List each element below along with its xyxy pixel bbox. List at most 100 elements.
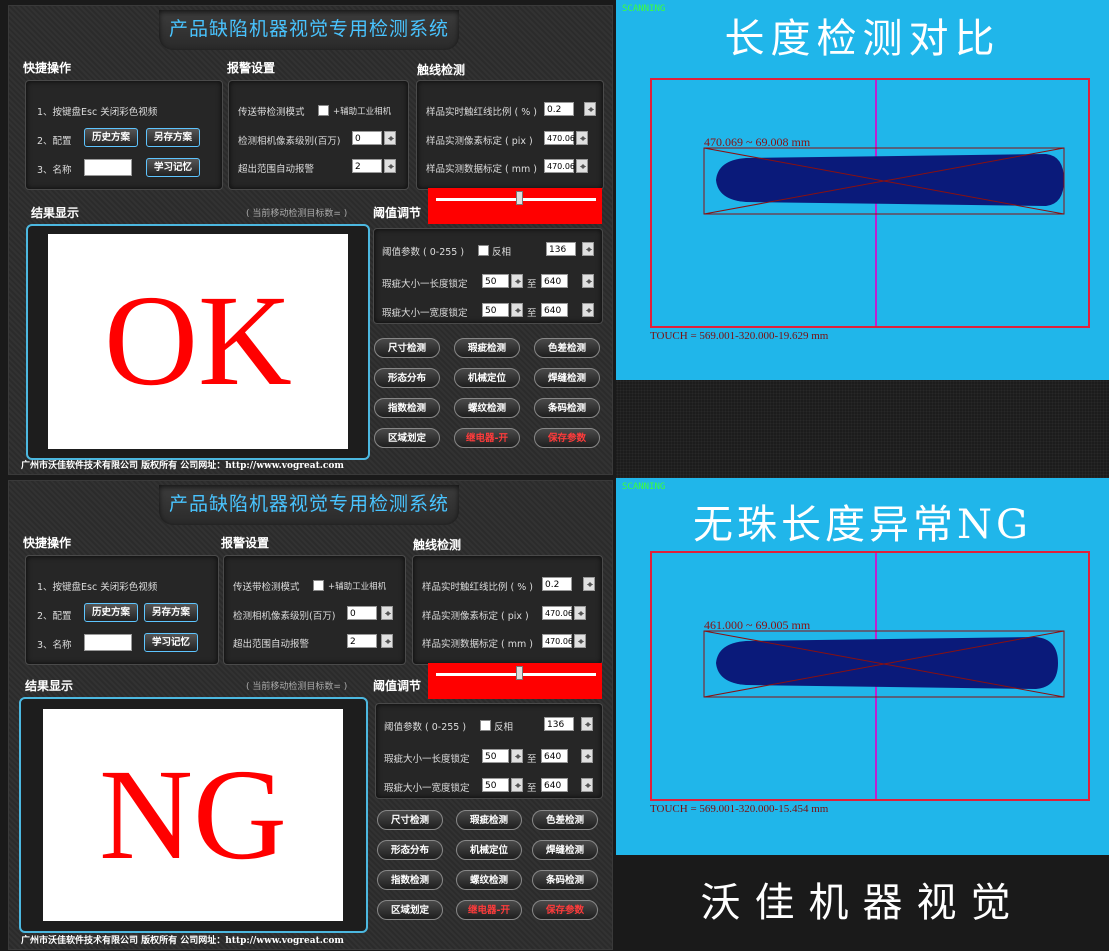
- relay-on-button[interactable]: 继电器-开: [456, 900, 522, 920]
- auto-alarm-spinner[interactable]: [384, 159, 396, 173]
- alarm-settings-box: 传送带检测模式 +辅助工业相机 检测相机像素级别(百万) 0 超出范围自动报警 …: [228, 80, 409, 190]
- length-measure-text: 461.000 ~ 69.005 mm: [704, 618, 811, 632]
- conveyor-mode-checkbox[interactable]: [313, 580, 324, 591]
- touch-line-label: 触线检测: [413, 538, 462, 552]
- history-scheme-button[interactable]: 历史方案: [84, 128, 138, 147]
- weld-detect-button[interactable]: 焊缝检测: [532, 840, 598, 860]
- flaw-detect-button[interactable]: 瑕疵检测: [456, 810, 522, 830]
- slider-thumb[interactable]: [516, 191, 523, 205]
- save-params-button[interactable]: 保存参数: [532, 900, 598, 920]
- red-line-ratio-spinner[interactable]: [584, 102, 596, 116]
- pixel-level-input[interactable]: 0: [352, 131, 382, 145]
- quick-ops-label: 快捷操作: [23, 61, 72, 75]
- length-to-spinner[interactable]: [582, 274, 594, 288]
- auto-alarm-spinner[interactable]: [381, 634, 393, 648]
- alarm-settings-label: 报警设置: [227, 61, 276, 75]
- width-to-spinner[interactable]: [582, 303, 594, 317]
- threshold-slider[interactable]: [428, 663, 602, 699]
- pixel-level-input[interactable]: 0: [347, 606, 377, 620]
- width-to-input[interactable]: 640: [541, 303, 568, 317]
- barcode-detect-button[interactable]: 条码检测: [532, 870, 598, 890]
- width-to-spinner[interactable]: [581, 778, 593, 792]
- width-to-label: 至: [527, 783, 537, 794]
- length-from-input[interactable]: 50: [482, 749, 509, 763]
- mechanical-position-button[interactable]: 机械定位: [456, 840, 522, 860]
- width-from-spinner[interactable]: [511, 303, 523, 317]
- weld-detect-button[interactable]: 焊缝检测: [534, 368, 600, 388]
- pixel-level-spinner[interactable]: [384, 131, 396, 145]
- mm-calib-input[interactable]: 470.06: [544, 159, 575, 173]
- red-line-ratio-spinner[interactable]: [583, 577, 595, 591]
- history-scheme-button[interactable]: 历史方案: [84, 603, 138, 622]
- invert-checkbox[interactable]: [480, 720, 491, 731]
- threshold-param-input[interactable]: 136: [546, 242, 576, 256]
- inspection-panel-bottom: 产品缺陷机器视觉专用检测系统 快捷操作 报警设置 触线检测 1、按键盘Esc 关…: [8, 480, 613, 950]
- scan-overlay-text: SCANNING: [622, 482, 666, 492]
- mm-calib-label: 样品实测数据标定 ( mm ): [422, 639, 533, 650]
- shape-distribution-button[interactable]: 形态分布: [377, 840, 443, 860]
- mm-calib-input[interactable]: 470.06: [542, 634, 573, 648]
- mm-calib-spinner[interactable]: [574, 634, 586, 648]
- threshold-label: 阈值调节: [373, 206, 422, 220]
- threshold-slider[interactable]: [428, 188, 602, 224]
- pixel-calib-spinner[interactable]: [574, 606, 586, 620]
- thread-detect-button[interactable]: 螺纹检测: [454, 398, 520, 418]
- flaw-detect-button[interactable]: 瑕疵检测: [454, 338, 520, 358]
- esc-hint: 1、按键盘Esc 关闭彩色视频: [37, 582, 158, 593]
- result-display-label: 结果显示: [25, 679, 74, 693]
- name-input[interactable]: [84, 634, 132, 651]
- pixel-calib-spinner[interactable]: [576, 131, 588, 145]
- length-to-input[interactable]: 640: [541, 749, 568, 763]
- aux-camera-label: +辅助工业相机: [333, 107, 392, 117]
- slider-thumb[interactable]: [516, 666, 523, 680]
- length-from-spinner[interactable]: [511, 749, 523, 763]
- barcode-detect-button[interactable]: 条码检测: [534, 398, 600, 418]
- threshold-label: 阈值调节: [373, 679, 422, 693]
- threshold-param-spinner[interactable]: [581, 717, 593, 731]
- mechanical-position-button[interactable]: 机械定位: [454, 368, 520, 388]
- threshold-param-label: 阈值参数 ( 0-255 ): [382, 247, 465, 258]
- width-to-input[interactable]: 640: [541, 778, 568, 792]
- color-diff-button[interactable]: 色差检测: [532, 810, 598, 830]
- relay-on-button[interactable]: 继电器-开: [454, 428, 520, 448]
- pixel-level-spinner[interactable]: [381, 606, 393, 620]
- threshold-param-input[interactable]: 136: [544, 717, 574, 731]
- red-line-ratio-input[interactable]: 0.2: [544, 102, 574, 116]
- thread-detect-button[interactable]: 螺纹检测: [456, 870, 522, 890]
- length-from-spinner[interactable]: [511, 274, 523, 288]
- length-to-input[interactable]: 640: [541, 274, 568, 288]
- threshold-param-spinner[interactable]: [582, 242, 594, 256]
- pixel-calib-input[interactable]: 470.06: [544, 131, 575, 145]
- red-line-ratio-input[interactable]: 0.2: [542, 577, 572, 591]
- save-params-button[interactable]: 保存参数: [534, 428, 600, 448]
- learn-memory-button[interactable]: 学习记忆: [146, 158, 200, 177]
- camera-view-bottom: SCANNING 无珠长度异常NG 461.000 ~ 69.005 mm TO…: [616, 478, 1109, 855]
- region-define-button[interactable]: 区域划定: [377, 900, 443, 920]
- shape-distribution-button[interactable]: 形态分布: [374, 368, 440, 388]
- pixel-level-label: 检测相机像素级别(百万): [233, 611, 336, 622]
- pixel-calib-input[interactable]: 470.06: [542, 606, 573, 620]
- width-from-input[interactable]: 50: [482, 778, 509, 792]
- auto-alarm-input[interactable]: 2: [347, 634, 377, 648]
- index-detect-button[interactable]: 指数检测: [377, 870, 443, 890]
- width-from-input[interactable]: 50: [482, 303, 509, 317]
- name-input[interactable]: [84, 159, 132, 176]
- size-detect-button[interactable]: 尺寸检测: [377, 810, 443, 830]
- color-diff-button[interactable]: 色差检测: [534, 338, 600, 358]
- conveyor-mode-checkbox[interactable]: [318, 105, 329, 116]
- learn-memory-button[interactable]: 学习记忆: [144, 633, 198, 652]
- size-detect-button[interactable]: 尺寸检测: [374, 338, 440, 358]
- auto-alarm-input[interactable]: 2: [352, 159, 382, 173]
- invert-checkbox[interactable]: [478, 245, 489, 256]
- region-define-button[interactable]: 区域划定: [374, 428, 440, 448]
- width-from-spinner[interactable]: [511, 778, 523, 792]
- length-to-spinner[interactable]: [581, 749, 593, 763]
- mm-calib-spinner[interactable]: [576, 159, 588, 173]
- touch-line-label: 触线检测: [417, 63, 466, 77]
- length-measure-text: 470.069 ~ 69.008 mm: [704, 135, 811, 149]
- save-as-scheme-button[interactable]: 另存方案: [146, 128, 200, 147]
- save-as-scheme-button[interactable]: 另存方案: [144, 603, 198, 622]
- inspection-panel-top: 产品缺陷机器视觉专用检测系统 快捷操作 报警设置 触线检测 1、按键盘Esc 关…: [8, 5, 613, 475]
- length-from-input[interactable]: 50: [482, 274, 509, 288]
- index-detect-button[interactable]: 指数检测: [374, 398, 440, 418]
